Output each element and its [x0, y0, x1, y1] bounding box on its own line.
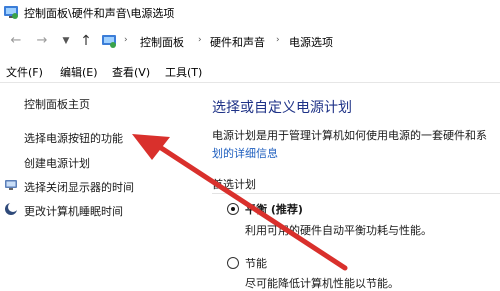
- plan-power-saver-radio[interactable]: [227, 257, 239, 269]
- menu-tools[interactable]: 工具(T): [165, 64, 202, 80]
- preferred-plans-label: 首选计划: [212, 178, 256, 191]
- breadcrumb-separator-icon: ›: [198, 35, 202, 45]
- address-bar: ← → ▼ ↑ › 控制面板 › 硬件和声音 › 电源选项: [0, 28, 500, 54]
- menu-view[interactable]: 查看(V): [112, 64, 150, 80]
- control-panel-icon: [102, 35, 116, 48]
- page-title: 选择或自定义电源计划: [212, 100, 352, 116]
- control-panel-icon: [4, 6, 18, 19]
- power-plan-details-link[interactable]: 划的详细信息: [212, 145, 278, 161]
- sidebar-item-sleep-time[interactable]: 更改计算机睡眠时间: [24, 203, 123, 219]
- menu-edit[interactable]: 编辑(E): [60, 64, 98, 80]
- forward-arrow-icon[interactable]: →: [34, 33, 50, 49]
- back-arrow-icon[interactable]: ←: [8, 33, 24, 49]
- plan-balanced-radio[interactable]: [227, 203, 239, 215]
- sidebar-item-control-panel-home[interactable]: 控制面板主页: [24, 96, 90, 112]
- breadcrumb-control-panel[interactable]: 控制面板: [140, 34, 184, 50]
- title-bar: 控制面板\硬件和声音\电源选项: [0, 0, 500, 24]
- section-divider: [212, 193, 500, 194]
- breadcrumb-separator-icon: ›: [124, 35, 128, 45]
- sleep-moon-icon: [5, 202, 18, 215]
- breadcrumb-hardware-sound[interactable]: 硬件和声音: [210, 34, 265, 50]
- breadcrumb-power-options[interactable]: 电源选项: [289, 34, 333, 50]
- recent-locations-chevron-icon[interactable]: ▼: [58, 33, 74, 49]
- plan-power-saver-name[interactable]: 节能: [245, 255, 267, 271]
- plan-balanced-description: 利用可用的硬件自动平衡功耗与性能。: [245, 224, 432, 237]
- annotation-arrow-head: [132, 134, 170, 160]
- plan-power-saver-description: 尽可能降低计算机性能以节能。: [245, 277, 399, 290]
- menu-bar: 文件(F) 编辑(E) 查看(V) 工具(T): [0, 60, 500, 83]
- sidebar-item-power-button-function[interactable]: 选择电源按钮的功能: [24, 130, 123, 146]
- sidebar-item-create-power-plan[interactable]: 创建电源计划: [24, 155, 90, 171]
- up-arrow-icon[interactable]: ↑: [78, 33, 94, 49]
- plan-balanced-name[interactable]: 平衡 (推荐): [245, 201, 303, 217]
- menu-file[interactable]: 文件(F): [6, 64, 43, 80]
- breadcrumb-separator-icon: ›: [276, 35, 280, 45]
- window-title: 控制面板\硬件和声音\电源选项: [24, 7, 175, 20]
- power-plan-description: 电源计划是用于管理计算机如何使用电源的一套硬件和系: [212, 129, 487, 142]
- display-icon: [5, 180, 17, 190]
- sidebar-item-display-off-time[interactable]: 选择关闭显示器的时间: [24, 179, 134, 195]
